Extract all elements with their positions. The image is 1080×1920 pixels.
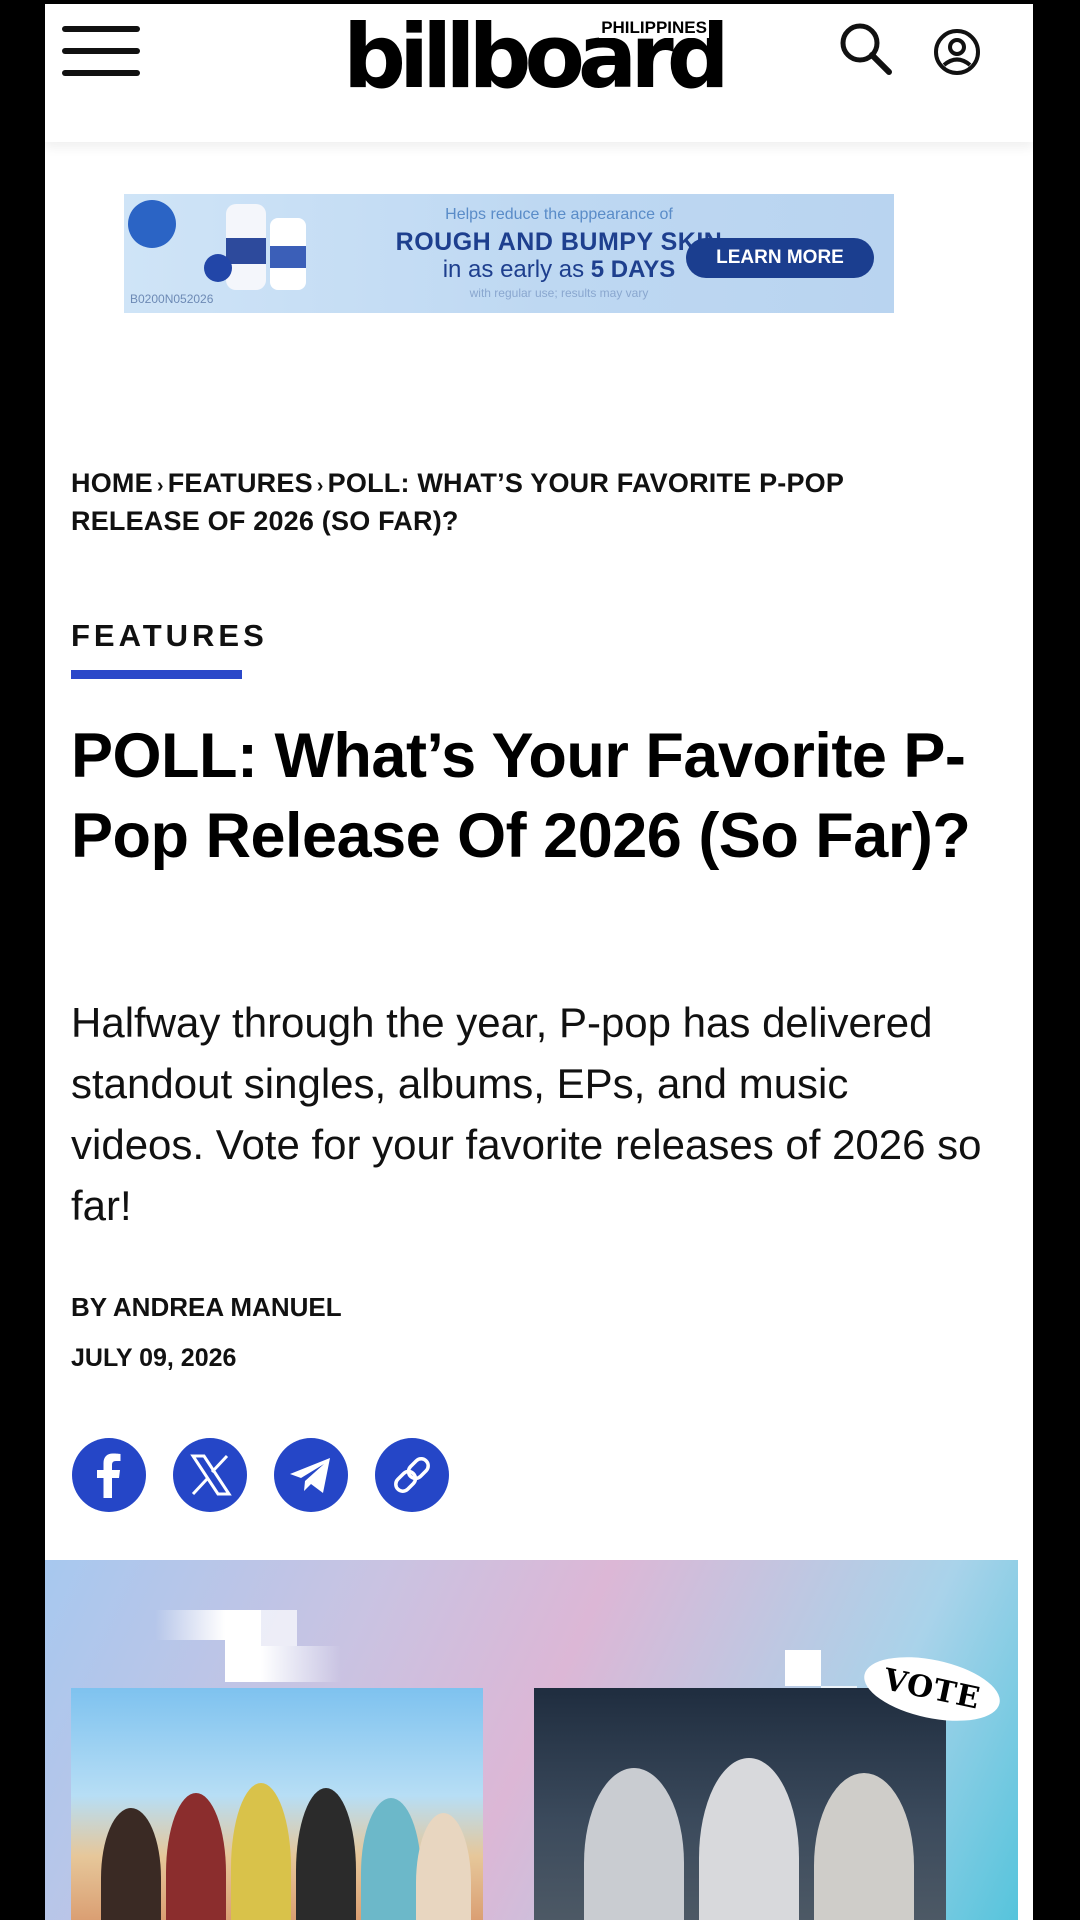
share-facebook-button[interactable] [72,1438,146,1512]
ad-banner[interactable]: Helps reduce the appearance of ROUGH AND… [124,194,894,313]
facebook-icon [97,1453,121,1498]
account-icon[interactable] [933,28,981,76]
person-figure [699,1758,799,1920]
learn-more-button[interactable]: LEARN MORE [686,238,874,278]
search-icon[interactable] [837,20,893,76]
share-telegram-button[interactable] [274,1438,348,1512]
pixel-decoration [225,1646,261,1682]
pixel-decoration [155,1610,225,1640]
site-header: billboard PHILIPPINES [45,4,1033,142]
pixel-decoration [225,1610,261,1646]
person-figure [166,1793,226,1920]
person-figure [231,1783,291,1920]
person-figure [814,1773,914,1920]
person-figure [296,1788,356,1920]
person-figure [101,1808,161,1920]
link-icon [394,1457,430,1493]
breadcrumb: HOME › FEATURES › POLL: WHAT’S YOUR FAVORITE… [71,466,971,539]
ad-subheadline-emphasis: 5 DAYS [590,256,676,283]
telegram-icon [290,1458,330,1493]
person-figure [416,1813,471,1920]
article-page: billboard PHILIPPINES Helps reduce the a… [45,4,1033,1920]
publish-date: JULY 09, 2026 [71,1344,237,1372]
breadcrumb-features[interactable]: FEATURES [168,468,313,498]
category-underline [71,670,242,679]
ad-product-image [204,204,306,290]
album-photo-left[interactable] [71,1688,483,1920]
x-icon [190,1454,232,1496]
pixel-decoration [785,1650,821,1686]
ad-tagline: Helps reduce the appearance of [445,206,673,223]
ad-code: B0200N052026 [130,292,214,306]
menu-icon[interactable] [62,26,140,76]
ad-subheadline-text: in as early as [442,256,591,283]
ad-brand-logo [128,200,176,248]
site-logo[interactable]: billboard PHILIPPINES [343,12,730,102]
share-x-button[interactable] [173,1438,247,1512]
chevron-right-icon: › [156,475,164,497]
share-link-button[interactable] [375,1438,449,1512]
article-title: POLL: What’s Your Favorite P-Pop Release… [71,721,971,871]
pixel-decoration [261,1610,297,1646]
person-figure [584,1768,684,1920]
pixel-decoration [261,1646,341,1682]
hero-image[interactable]: VOTE [45,1560,1018,1920]
ad-disclaimer: with regular use; results may vary [469,286,649,300]
category-link[interactable]: FEATURES [71,618,268,654]
album-photo-right[interactable] [534,1688,946,1920]
person-figure [361,1798,421,1920]
chevron-right-icon: › [316,475,324,497]
breadcrumb-home[interactable]: HOME [71,468,153,498]
article-dek: Halfway through the year, P-pop has deli… [71,999,982,1229]
author-byline[interactable]: BY ANDREA MANUEL [71,1292,342,1323]
logo-country: PHILIPPINES [599,18,709,38]
